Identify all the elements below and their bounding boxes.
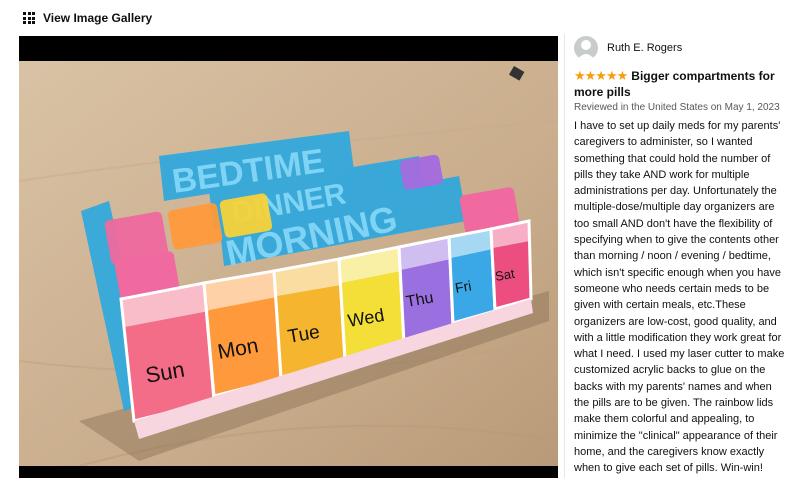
review-panel: Ruth E. Rogers ★★★★★ Bigger compartments … — [564, 34, 788, 478]
pill-organizer-photo: BEDTIME DINNER MORNING Sun Mon Tue Wed T… — [19, 61, 558, 466]
avatar — [574, 36, 598, 60]
view-image-gallery-link[interactable]: View Image Gallery — [23, 11, 152, 25]
review-title-row: ★★★★★ Bigger compartments for more pills — [574, 68, 788, 100]
review-photo[interactable]: BEDTIME DINNER MORNING Sun Mon Tue Wed T… — [19, 61, 558, 466]
review-body: I have to set up daily meds for my paren… — [574, 120, 785, 475]
review-date: Reviewed in the United States on May 1, … — [574, 102, 780, 113]
star-rating-icon[interactable]: ★★★★★ — [574, 68, 628, 83]
user-icon — [577, 40, 595, 60]
day-label-fri: Fri — [454, 277, 473, 296]
reviewer-name[interactable]: Ruth E. Rogers — [607, 42, 682, 54]
reviewer-profile[interactable]: Ruth E. Rogers — [574, 36, 788, 60]
grid-icon — [23, 12, 35, 24]
image-viewer[interactable]: BEDTIME DINNER MORNING Sun Mon Tue Wed T… — [19, 36, 558, 478]
gallery-label: View Image Gallery — [43, 11, 153, 25]
